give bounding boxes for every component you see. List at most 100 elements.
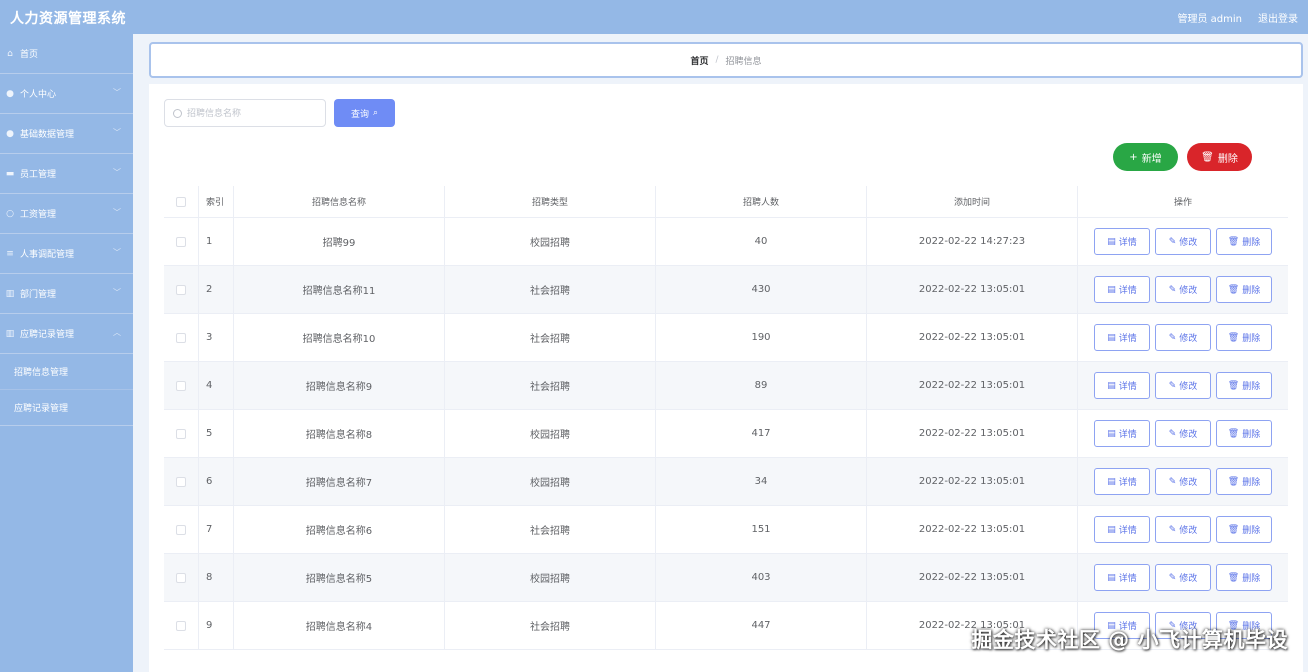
row-checkbox[interactable] <box>176 332 186 343</box>
delete-button[interactable]: 🗑 删除 <box>1216 276 1272 303</box>
sidebar-item-transfers[interactable]: ≡ 人事调配管理 ﹀ <box>0 234 133 274</box>
detail-label: 详情 <box>1118 334 1137 344</box>
row-checkbox[interactable] <box>176 380 186 391</box>
row-checkbox[interactable] <box>176 620 186 631</box>
pencil-icon: ✎ <box>1168 332 1177 343</box>
cell-name: 招聘信息名称10 <box>234 314 445 361</box>
detail-button[interactable]: ▤ 详情 <box>1094 564 1150 591</box>
edit-button[interactable]: ✎ 修改 <box>1155 468 1211 495</box>
search-input[interactable] <box>187 108 317 118</box>
breadcrumb-home[interactable]: 首页 <box>690 54 708 67</box>
delete-label: 删除 <box>1242 382 1261 392</box>
logout-link[interactable]: 退出登录 <box>1258 10 1298 25</box>
watermark: 掘金技术社区 @ 小飞计算机毕设 <box>971 628 1288 652</box>
cell-count: 403 <box>656 554 867 601</box>
table-body: 1 招聘99 校园招聘 40 2022-02-22 14:27:23 ▤ 详情 ✎ 修改 🗑 删除 2… <box>164 218 1288 650</box>
recruitment-table: 索引 招聘信息名称 招聘类型 招聘人数 添加时间 操作 1 招聘99 校园招聘 40 2… <box>164 186 1288 650</box>
document-icon: ▤ <box>1107 428 1116 439</box>
delete-button-label: 删除 <box>1217 153 1238 165</box>
header-count: 招聘人数 <box>656 186 867 217</box>
row-checkbox[interactable] <box>176 428 186 439</box>
delete-button[interactable]: 🗑 删除 <box>1216 516 1272 543</box>
chart-icon: ▥ <box>5 288 15 299</box>
delete-label: 删除 <box>1242 574 1261 584</box>
row-checkbox[interactable] <box>176 236 186 247</box>
document-icon: ▤ <box>1107 380 1116 391</box>
cell-name: 招聘信息名称5 <box>234 554 445 601</box>
delete-button[interactable]: 🗑 删除 <box>1216 468 1272 495</box>
delete-button[interactable]: 🗑 删除 <box>1216 420 1272 447</box>
cell-name: 招聘信息名称7 <box>234 458 445 505</box>
search-field[interactable] <box>164 99 326 127</box>
sidebar-item-applications[interactable]: ▥ 应聘记录管理 ︿ <box>0 314 133 354</box>
delete-label: 删除 <box>1242 430 1261 440</box>
batch-delete-button[interactable]: 🗑 删除 <box>1187 143 1252 171</box>
sidebar-item-salary[interactable]: ○ 工资管理 ﹀ <box>0 194 133 234</box>
cell-ops: ▤ 详情 ✎ 修改 🗑 删除 <box>1078 410 1288 457</box>
select-all-checkbox[interactable] <box>176 196 186 207</box>
delete-button[interactable]: 🗑 删除 <box>1216 324 1272 351</box>
detail-label: 详情 <box>1118 238 1137 248</box>
detail-button[interactable]: ▤ 详情 <box>1094 276 1150 303</box>
row-checkbox[interactable] <box>176 572 186 583</box>
edit-button[interactable]: ✎ 修改 <box>1155 228 1211 255</box>
add-button[interactable]: + 新增 <box>1113 143 1178 171</box>
sidebar-item-home[interactable]: ⌂ 首页 <box>0 34 133 74</box>
sidebar-item-profile[interactable]: ● 个人中心 ﹀ <box>0 74 133 114</box>
edit-button[interactable]: ✎ 修改 <box>1155 420 1211 447</box>
sidebar-subitem-recruitment[interactable]: 招聘信息管理 <box>0 354 133 390</box>
cell-count: 151 <box>656 506 867 553</box>
cell-type: 校园招聘 <box>445 410 656 457</box>
detail-button[interactable]: ▤ 详情 <box>1094 228 1150 255</box>
delete-button[interactable]: 🗑 删除 <box>1216 564 1272 591</box>
breadcrumb: 首页 / 招聘信息 <box>149 42 1303 78</box>
edit-label: 修改 <box>1179 286 1198 296</box>
edit-button[interactable]: ✎ 修改 <box>1155 324 1211 351</box>
cell-type: 校园招聘 <box>445 218 656 265</box>
detail-button[interactable]: ▤ 详情 <box>1094 420 1150 447</box>
chevron-down-icon: ﹀ <box>113 168 121 177</box>
edit-label: 修改 <box>1179 382 1198 392</box>
sidebar-item-employees[interactable]: ▬ 员工管理 ﹀ <box>0 154 133 194</box>
row-checkbox-cell <box>164 506 199 553</box>
edit-button[interactable]: ✎ 修改 <box>1155 276 1211 303</box>
query-button[interactable]: 查询 ⌕ <box>334 99 395 127</box>
detail-button[interactable]: ▤ 详情 <box>1094 372 1150 399</box>
sidebar-item-label: 工资管理 <box>20 210 57 220</box>
home-icon: ⌂ <box>7 48 13 59</box>
detail-button[interactable]: ▤ 详情 <box>1094 468 1150 495</box>
row-checkbox[interactable] <box>176 284 186 295</box>
sidebar-item-departments[interactable]: ▥ 部门管理 ﹀ <box>0 274 133 314</box>
cell-count: 40 <box>656 218 867 265</box>
current-user[interactable]: 管理员 admin <box>1177 10 1242 25</box>
trash-icon: 🗑 <box>1227 572 1240 583</box>
delete-button[interactable]: 🗑 删除 <box>1216 228 1272 255</box>
edit-button[interactable]: ✎ 修改 <box>1155 564 1211 591</box>
sidebar-item-basic-data[interactable]: ● 基础数据管理 ﹀ <box>0 114 133 154</box>
sidebar-subitem-label: 应聘记录管理 <box>14 404 69 414</box>
pencil-icon: ✎ <box>1168 236 1177 247</box>
user-icon: ● <box>6 128 14 139</box>
breadcrumb-current: 招聘信息 <box>725 56 762 67</box>
detail-button[interactable]: ▤ 详情 <box>1094 324 1150 351</box>
row-checkbox[interactable] <box>176 476 186 487</box>
pencil-icon: ✎ <box>1168 476 1177 487</box>
cell-index: 5 <box>199 410 234 457</box>
detail-button[interactable]: ▤ 详情 <box>1094 516 1150 543</box>
delete-button[interactable]: 🗑 删除 <box>1216 372 1272 399</box>
cell-index: 6 <box>199 458 234 505</box>
cell-name: 招聘信息名称9 <box>234 362 445 409</box>
cell-name: 招聘信息名称8 <box>234 410 445 457</box>
sidebar-item-label: 部门管理 <box>20 290 57 300</box>
sidebar-subitem-applications[interactable]: 应聘记录管理 <box>0 390 133 426</box>
edit-button[interactable]: ✎ 修改 <box>1155 516 1211 543</box>
top-bar: 人力资源管理系统 管理员 admin 退出登录 <box>0 0 1308 34</box>
pencil-icon: ✎ <box>1168 524 1177 535</box>
detail-label: 详情 <box>1118 430 1137 440</box>
row-checkbox[interactable] <box>176 524 186 535</box>
document-icon: ▤ <box>1107 284 1116 295</box>
row-checkbox-cell <box>164 218 199 265</box>
edit-button[interactable]: ✎ 修改 <box>1155 372 1211 399</box>
header-name: 招聘信息名称 <box>234 186 445 217</box>
table-row: 5 招聘信息名称8 校园招聘 417 2022-02-22 13:05:01 ▤ 详情 ✎ 修改… <box>164 410 1288 458</box>
